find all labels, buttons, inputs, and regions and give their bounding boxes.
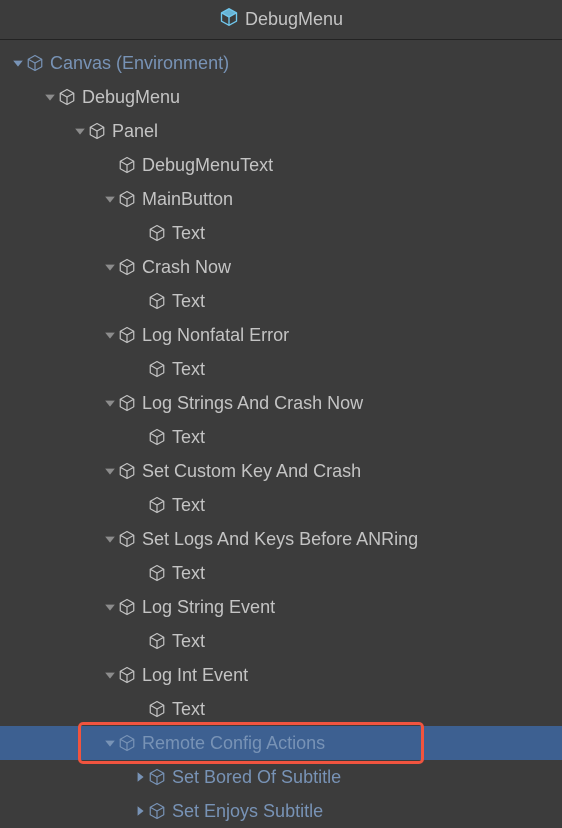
tree-row[interactable]: DebugMenu [0, 80, 562, 114]
tree-row[interactable]: Log String Event [0, 590, 562, 624]
tree-row[interactable]: Text [0, 352, 562, 386]
tree-row[interactable]: Text [0, 624, 562, 658]
gameobject-cube-icon [26, 54, 48, 72]
tree-item-label: Set Custom Key And Crash [140, 461, 361, 482]
tree-row[interactable]: Text [0, 488, 562, 522]
tree-item-label: Set Logs And Keys Before ANRing [140, 529, 418, 550]
tree-item-label: Set Enjoys Subtitle [170, 801, 323, 822]
tree-item-label: Text [170, 291, 205, 312]
expand-arrow-down-icon[interactable] [102, 193, 118, 205]
tree-item-label: Text [170, 495, 205, 516]
tree-row[interactable]: Set Custom Key And Crash [0, 454, 562, 488]
tree-item-label: Log Strings And Crash Now [140, 393, 363, 414]
gameobject-cube-icon [148, 292, 170, 310]
tree-item-label: DebugMenu [80, 87, 180, 108]
tree-row[interactable]: DebugMenuText [0, 148, 562, 182]
tree-item-label: Set Bored Of Subtitle [170, 767, 341, 788]
tree-row[interactable]: Set Bored Of Subtitle [0, 760, 562, 794]
tree-row[interactable]: Text [0, 420, 562, 454]
tree-row[interactable]: Panel [0, 114, 562, 148]
tree-item-label: Canvas (Environment) [48, 53, 229, 74]
tree-item-label: Text [170, 699, 205, 720]
tree-row[interactable]: Set Logs And Keys Before ANRing [0, 522, 562, 556]
prefab-cube-icon [219, 7, 239, 32]
gameobject-cube-icon [148, 802, 170, 820]
gameobject-cube-icon [118, 462, 140, 480]
expand-arrow-down-icon[interactable] [102, 261, 118, 273]
tree-item-label: Log Int Event [140, 665, 248, 686]
expand-arrow-down-icon[interactable] [102, 329, 118, 341]
tree-item-label: Crash Now [140, 257, 231, 278]
tree-row[interactable]: Crash Now [0, 250, 562, 284]
gameobject-cube-icon [118, 394, 140, 412]
gameobject-cube-icon [118, 326, 140, 344]
hierarchy-tree[interactable]: Canvas (Environment) DebugMenu Panel Deb… [0, 40, 562, 828]
tree-item-label: Remote Config Actions [140, 733, 325, 754]
expand-arrow-down-icon[interactable] [102, 737, 118, 749]
expand-arrow-down-icon[interactable] [102, 669, 118, 681]
tree-item-label: Text [170, 427, 205, 448]
gameobject-cube-icon [118, 156, 140, 174]
tree-row[interactable]: Text [0, 216, 562, 250]
tree-row[interactable]: Text [0, 556, 562, 590]
gameobject-cube-icon [148, 360, 170, 378]
gameobject-cube-icon [118, 258, 140, 276]
tree-item-label: Text [170, 359, 205, 380]
tree-row[interactable]: Text [0, 692, 562, 726]
tree-row[interactable]: Set Enjoys Subtitle [0, 794, 562, 828]
expand-arrow-down-icon[interactable] [102, 533, 118, 545]
tree-row[interactable]: Text [0, 284, 562, 318]
expand-arrow-down-icon[interactable] [72, 125, 88, 137]
expand-arrow-down-icon[interactable] [102, 465, 118, 477]
gameobject-cube-icon [88, 122, 110, 140]
expand-arrow-right-icon[interactable] [132, 771, 148, 783]
tree-item-label: Log String Event [140, 597, 275, 618]
gameobject-cube-icon [148, 496, 170, 514]
tree-item-label: Text [170, 223, 205, 244]
expand-arrow-down-icon[interactable] [42, 91, 58, 103]
expand-arrow-right-icon[interactable] [132, 805, 148, 817]
tree-item-label: Panel [110, 121, 158, 142]
tree-row[interactable]: Log Strings And Crash Now [0, 386, 562, 420]
tree-item-label: Text [170, 563, 205, 584]
gameobject-cube-icon [118, 598, 140, 616]
gameobject-cube-icon [148, 428, 170, 446]
tree-row[interactable]: MainButton [0, 182, 562, 216]
tree-item-label: DebugMenuText [140, 155, 273, 176]
expand-arrow-down-icon[interactable] [102, 601, 118, 613]
tree-row[interactable]: Remote Config Actions [0, 726, 562, 760]
tree-item-label: Log Nonfatal Error [140, 325, 289, 346]
tree-row[interactable]: Canvas (Environment) [0, 46, 562, 80]
gameobject-cube-icon [148, 564, 170, 582]
gameobject-cube-icon [118, 190, 140, 208]
header-title: DebugMenu [245, 9, 343, 30]
tree-item-label: Text [170, 631, 205, 652]
gameobject-cube-icon [58, 88, 80, 106]
gameobject-cube-icon [118, 530, 140, 548]
gameobject-cube-icon [148, 224, 170, 242]
tree-row[interactable]: Log Nonfatal Error [0, 318, 562, 352]
expand-arrow-down-icon[interactable] [102, 397, 118, 409]
gameobject-cube-icon [118, 734, 140, 752]
tree-row[interactable]: Log Int Event [0, 658, 562, 692]
gameobject-cube-icon [148, 768, 170, 786]
expand-arrow-down-icon[interactable] [10, 57, 26, 69]
hierarchy-header: DebugMenu [0, 0, 562, 40]
tree-item-label: MainButton [140, 189, 233, 210]
gameobject-cube-icon [148, 632, 170, 650]
gameobject-cube-icon [118, 666, 140, 684]
gameobject-cube-icon [148, 700, 170, 718]
